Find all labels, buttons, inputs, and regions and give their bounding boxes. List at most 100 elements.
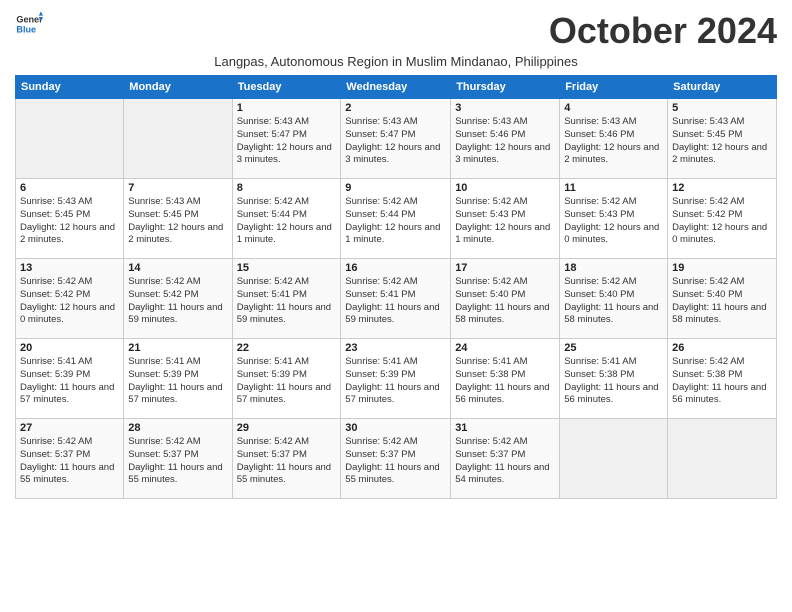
day-info: Sunrise: 5:42 AMSunset: 5:40 PMDaylight:… xyxy=(455,276,555,327)
day-number: 23 xyxy=(345,342,446,354)
day-number: 5 xyxy=(672,102,772,114)
day-number: 6 xyxy=(20,182,119,194)
day-number: 3 xyxy=(455,102,555,114)
day-number: 2 xyxy=(345,102,446,114)
day-number: 28 xyxy=(128,422,227,434)
calendar-cell: 7 Sunrise: 5:43 AMSunset: 5:45 PMDaylight… xyxy=(124,179,232,259)
calendar-cell xyxy=(16,99,124,179)
day-number: 8 xyxy=(237,182,337,194)
day-info: Sunrise: 5:42 AMSunset: 5:37 PMDaylight:… xyxy=(345,436,446,487)
month-title: October 2024 xyxy=(549,10,777,52)
day-number: 13 xyxy=(20,262,119,274)
calendar-cell: 5 Sunrise: 5:43 AMSunset: 5:45 PMDaylight… xyxy=(668,99,777,179)
day-number: 12 xyxy=(672,182,772,194)
calendar-cell: 29Sunrise: 5:42 AMSunset: 5:37 PMDayligh… xyxy=(232,419,341,499)
day-info: Sunrise: 5:41 AMSunset: 5:38 PMDaylight:… xyxy=(455,356,555,407)
day-info: Sunrise: 5:43 AMSunset: 5:45 PMDaylight:… xyxy=(20,196,119,247)
calendar-cell: 14 Sunrise: 5:42 AMSunset: 5:42 PMDayligh… xyxy=(124,259,232,339)
svg-text:Blue: Blue xyxy=(16,24,36,34)
day-info: Sunrise: 5:42 AMSunset: 5:38 PMDaylight:… xyxy=(672,356,772,407)
day-number: 19 xyxy=(672,262,772,274)
calendar-cell: 13 Sunrise: 5:42 AMSunset: 5:42 PMDayligh… xyxy=(16,259,124,339)
day-info: Sunrise: 5:42 AMSunset: 5:41 PMDaylight:… xyxy=(237,276,337,327)
week-row-2: 6 Sunrise: 5:43 AMSunset: 5:45 PMDaylight… xyxy=(16,179,777,259)
day-number: 18 xyxy=(564,262,663,274)
day-number: 22 xyxy=(237,342,337,354)
day-number: 4 xyxy=(564,102,663,114)
day-number: 24 xyxy=(455,342,555,354)
days-header-row: SundayMondayTuesdayWednesdayThursdayFrid… xyxy=(16,76,777,99)
day-info: Sunrise: 5:43 AMSunset: 5:47 PMDaylight:… xyxy=(345,116,446,167)
calendar-cell: 30 Sunrise: 5:42 AMSunset: 5:37 PMDayligh… xyxy=(341,419,451,499)
day-info: Sunrise: 5:41 AMSunset: 5:38 PMDaylight:… xyxy=(564,356,663,407)
calendar-cell: 23 Sunrise: 5:41 AMSunset: 5:39 PMDayligh… xyxy=(341,339,451,419)
day-number: 31 xyxy=(455,422,555,434)
day-info: Sunrise: 5:42 AMSunset: 5:37 PMDaylight:… xyxy=(128,436,227,487)
day-header-monday: Monday xyxy=(124,76,232,99)
calendar-cell: 31 Sunrise: 5:42 AMSunset: 5:37 PMDayligh… xyxy=(451,419,560,499)
day-info: Sunrise: 5:42 AMSunset: 5:44 PMDaylight:… xyxy=(345,196,446,247)
day-header-saturday: Saturday xyxy=(668,76,777,99)
day-info: Sunrise: 5:41 AMSunset: 5:39 PMDaylight:… xyxy=(237,356,337,407)
day-number: 14 xyxy=(128,262,227,274)
header: General Blue October 2024 xyxy=(15,10,777,52)
day-info: Sunrise: 5:42 AMSunset: 5:37 PMDaylight:… xyxy=(455,436,555,487)
day-number: 16 xyxy=(345,262,446,274)
day-info: Sunrise: 5:42 AMSunset: 5:37 PMDaylight:… xyxy=(20,436,119,487)
logo-icon: General Blue xyxy=(15,10,43,38)
day-header-thursday: Thursday xyxy=(451,76,560,99)
week-row-5: 27 Sunrise: 5:42 AMSunset: 5:37 PMDayligh… xyxy=(16,419,777,499)
day-number: 15 xyxy=(237,262,337,274)
calendar-cell: 4Sunrise: 5:43 AMSunset: 5:46 PMDaylight… xyxy=(560,99,668,179)
day-header-sunday: Sunday xyxy=(16,76,124,99)
day-info: Sunrise: 5:41 AMSunset: 5:39 PMDaylight:… xyxy=(345,356,446,407)
calendar-cell: 15 Sunrise: 5:42 AMSunset: 5:41 PMDayligh… xyxy=(232,259,341,339)
day-header-tuesday: Tuesday xyxy=(232,76,341,99)
calendar-cell: 1 Sunrise: 5:43 AMSunset: 5:47 PMDaylight… xyxy=(232,99,341,179)
calendar-cell: 19Sunrise: 5:42 AMSunset: 5:40 PMDayligh… xyxy=(668,259,777,339)
day-number: 27 xyxy=(20,422,119,434)
calendar-cell: 18 Sunrise: 5:42 AMSunset: 5:40 PMDayligh… xyxy=(560,259,668,339)
calendar-cell xyxy=(668,419,777,499)
day-header-friday: Friday xyxy=(560,76,668,99)
day-info: Sunrise: 5:43 AMSunset: 5:47 PMDaylight:… xyxy=(237,116,337,167)
day-number: 20 xyxy=(20,342,119,354)
day-info: Sunrise: 5:42 AMSunset: 5:41 PMDaylight:… xyxy=(345,276,446,327)
calendar-cell: 8Sunrise: 5:42 AMSunset: 5:44 PMDaylight… xyxy=(232,179,341,259)
day-info: Sunrise: 5:42 AMSunset: 5:42 PMDaylight:… xyxy=(672,196,772,247)
week-row-4: 20 Sunrise: 5:41 AMSunset: 5:39 PMDayligh… xyxy=(16,339,777,419)
week-row-3: 13 Sunrise: 5:42 AMSunset: 5:42 PMDayligh… xyxy=(16,259,777,339)
day-info: Sunrise: 5:42 AMSunset: 5:42 PMDaylight:… xyxy=(128,276,227,327)
calendar-cell: 12 Sunrise: 5:42 AMSunset: 5:42 PMDayligh… xyxy=(668,179,777,259)
day-info: Sunrise: 5:42 AMSunset: 5:42 PMDaylight:… xyxy=(20,276,119,327)
day-info: Sunrise: 5:42 AMSunset: 5:43 PMDaylight:… xyxy=(564,196,663,247)
day-number: 7 xyxy=(128,182,227,194)
week-row-1: 1 Sunrise: 5:43 AMSunset: 5:47 PMDaylight… xyxy=(16,99,777,179)
calendar-cell: 28 Sunrise: 5:42 AMSunset: 5:37 PMDayligh… xyxy=(124,419,232,499)
day-info: Sunrise: 5:42 AMSunset: 5:37 PMDaylight:… xyxy=(237,436,337,487)
calendar-cell: 11Sunrise: 5:42 AMSunset: 5:43 PMDayligh… xyxy=(560,179,668,259)
calendar-cell: 20 Sunrise: 5:41 AMSunset: 5:39 PMDayligh… xyxy=(16,339,124,419)
calendar-cell: 2 Sunrise: 5:43 AMSunset: 5:47 PMDaylight… xyxy=(341,99,451,179)
day-number: 30 xyxy=(345,422,446,434)
day-info: Sunrise: 5:42 AMSunset: 5:40 PMDaylight:… xyxy=(564,276,663,327)
calendar-cell: 24 Sunrise: 5:41 AMSunset: 5:38 PMDayligh… xyxy=(451,339,560,419)
calendar-cell: 10Sunrise: 5:42 AMSunset: 5:43 PMDayligh… xyxy=(451,179,560,259)
calendar-cell: 9 Sunrise: 5:42 AMSunset: 5:44 PMDaylight… xyxy=(341,179,451,259)
day-number: 1 xyxy=(237,102,337,114)
calendar-cell: 16 Sunrise: 5:42 AMSunset: 5:41 PMDayligh… xyxy=(341,259,451,339)
calendar-cell: 6 Sunrise: 5:43 AMSunset: 5:45 PMDaylight… xyxy=(16,179,124,259)
subtitle: Langpas, Autonomous Region in Muslim Min… xyxy=(15,54,777,69)
day-header-wednesday: Wednesday xyxy=(341,76,451,99)
day-number: 9 xyxy=(345,182,446,194)
day-info: Sunrise: 5:43 AMSunset: 5:45 PMDaylight:… xyxy=(128,196,227,247)
logo: General Blue xyxy=(15,10,43,38)
calendar-cell: 27 Sunrise: 5:42 AMSunset: 5:37 PMDayligh… xyxy=(16,419,124,499)
calendar-cell: 25Sunrise: 5:41 AMSunset: 5:38 PMDayligh… xyxy=(560,339,668,419)
calendar-cell xyxy=(560,419,668,499)
calendar-cell: 26Sunrise: 5:42 AMSunset: 5:38 PMDayligh… xyxy=(668,339,777,419)
day-info: Sunrise: 5:42 AMSunset: 5:43 PMDaylight:… xyxy=(455,196,555,247)
day-info: Sunrise: 5:43 AMSunset: 5:46 PMDaylight:… xyxy=(455,116,555,167)
day-info: Sunrise: 5:43 AMSunset: 5:45 PMDaylight:… xyxy=(672,116,772,167)
day-info: Sunrise: 5:41 AMSunset: 5:39 PMDaylight:… xyxy=(20,356,119,407)
